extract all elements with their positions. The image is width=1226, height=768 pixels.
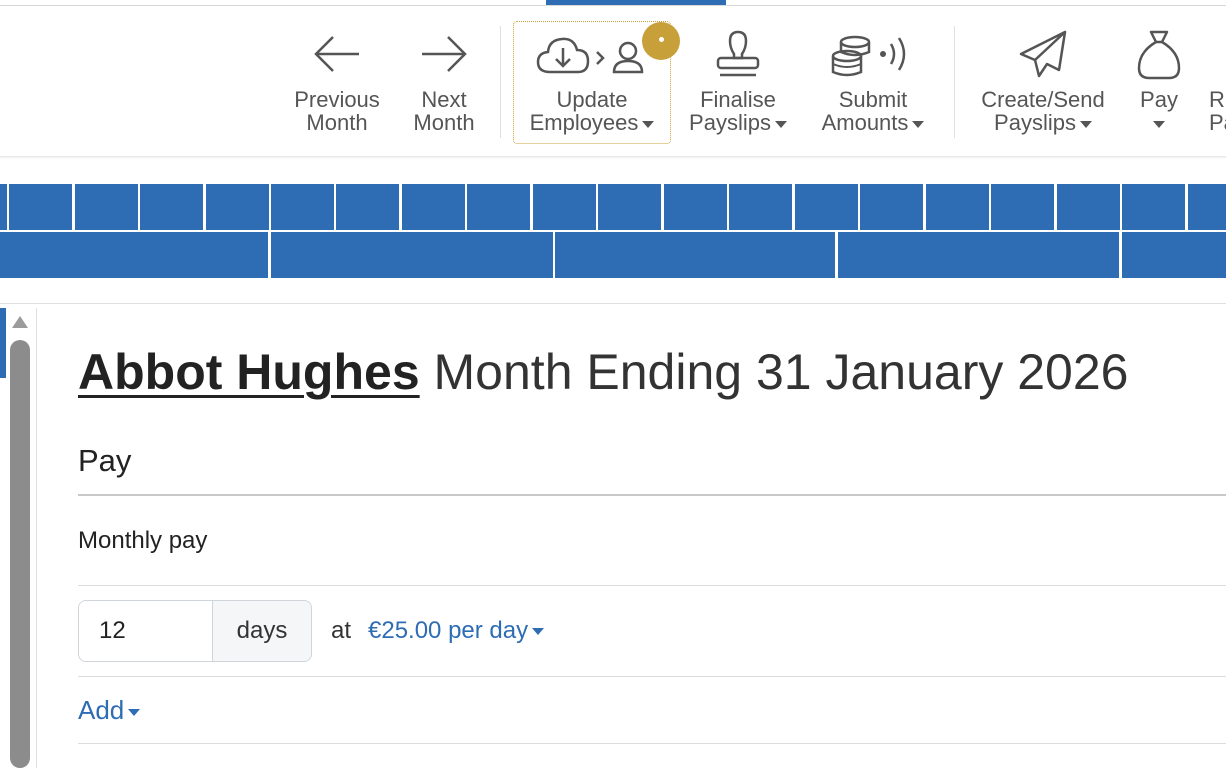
grid-week-cell[interactable] — [271, 232, 553, 278]
page-title: Abbot Hughes Month Ending 31 January 202… — [78, 340, 1128, 404]
grid-row-days — [0, 184, 1226, 230]
grid-cell[interactable] — [860, 184, 923, 230]
side-panel-border — [36, 308, 37, 768]
grid-cell[interactable] — [1122, 184, 1185, 230]
finalise-payslips-label-2: Payslips — [689, 110, 771, 135]
side-panel-active-indicator — [0, 308, 6, 378]
grid-cell[interactable] — [336, 184, 399, 230]
arrow-left-icon — [314, 36, 359, 72]
chevron-down-icon — [1153, 120, 1165, 128]
row-rule — [78, 585, 1226, 586]
grid-cell[interactable] — [1057, 184, 1120, 230]
chevron-down-icon — [912, 120, 925, 128]
at-label: at — [331, 617, 352, 644]
add-label: Add — [78, 695, 125, 725]
monthly-pay-label: Monthly pay — [78, 527, 208, 554]
next-month-label-1: Next — [421, 87, 467, 112]
grid-cell[interactable] — [926, 184, 989, 230]
truncated-label-2: Pa — [1209, 110, 1226, 135]
grid-cell[interactable] — [271, 184, 334, 230]
submit-amounts-label-2: Amounts — [821, 110, 909, 135]
grid-cell[interactable] — [991, 184, 1054, 230]
paper-plane-icon — [1019, 30, 1067, 78]
truncated-toolbar-button[interactable]: RPa — [1204, 24, 1226, 144]
previous-month-label-1: Previous — [294, 87, 380, 112]
submit-amounts-label-1: Submit — [838, 87, 908, 112]
create-send-payslips-button[interactable]: Create/Send Payslips — [972, 24, 1114, 144]
pay-button[interactable]: Pay — [1126, 24, 1192, 144]
grid-cell[interactable] — [0, 184, 7, 230]
grid-week-cell[interactable] — [1122, 232, 1226, 278]
coins-transmit-icon — [831, 35, 906, 77]
grid-cell[interactable] — [533, 184, 596, 230]
scroll-up-icon[interactable] — [12, 316, 28, 328]
submit-amounts-button[interactable]: Submit Amounts — [810, 24, 936, 144]
grid-cell[interactable] — [75, 184, 138, 230]
pay-label: Pay — [1140, 87, 1178, 112]
chevron-down-icon — [774, 120, 787, 128]
previous-month-label-2: Month — [306, 110, 368, 135]
days-unit-addon: days — [213, 601, 311, 661]
chevron-down-icon — [128, 708, 141, 716]
next-month-label-2: Month — [413, 110, 475, 135]
grid-week-cell[interactable] — [838, 232, 1119, 278]
notification-badge[interactable] — [642, 22, 680, 60]
chevron-down-icon — [642, 120, 655, 128]
grid-cell[interactable] — [402, 184, 465, 230]
arrow-right-icon — [422, 36, 467, 72]
finalise-payslips-label-1: Finalise — [700, 87, 776, 112]
grid-cell[interactable] — [9, 184, 72, 230]
period-grid — [0, 184, 1226, 278]
next-month-button[interactable]: Next Month — [400, 24, 488, 144]
update-employees-label-2: Employees — [529, 110, 639, 135]
badge-dot-icon — [659, 37, 664, 42]
toolbar-shadow — [0, 156, 1226, 159]
create-send-payslips-label-2: Payslips — [994, 110, 1076, 135]
section-divider — [0, 303, 1226, 304]
truncated-label-1: R — [1209, 87, 1225, 112]
toolbar-separator — [500, 26, 501, 138]
grid-cell[interactable] — [206, 184, 269, 230]
grid-cell[interactable] — [795, 184, 858, 230]
grid-week-cell[interactable] — [0, 232, 268, 278]
scrollbar[interactable] — [10, 340, 30, 768]
money-bag-icon — [1137, 30, 1181, 80]
section-rule — [78, 494, 1226, 496]
days-quantity-input[interactable]: 12 — [79, 601, 213, 661]
chevron-down-icon — [1079, 120, 1092, 128]
rate-dropdown[interactable]: €25.00 per day — [368, 617, 545, 645]
grid-cell[interactable] — [140, 184, 203, 230]
toolbar: Previous Month Next Month Update Employees … — [0, 6, 1226, 156]
toolbar-separator — [954, 26, 955, 138]
grid-cell[interactable] — [1188, 184, 1226, 230]
grid-cell[interactable] — [664, 184, 727, 230]
cloud-download-to-employee-icon — [536, 37, 644, 74]
previous-month-button[interactable]: Previous Month — [284, 24, 390, 144]
chevron-down-icon — [532, 628, 545, 636]
pay-section-title: Pay — [78, 443, 132, 478]
grid-week-cell[interactable] — [555, 232, 835, 278]
finalise-payslips-button[interactable]: Finalise Payslips — [682, 24, 794, 144]
row-rule — [78, 676, 1226, 677]
grid-cell[interactable] — [729, 184, 792, 230]
update-employees-label-1: Update — [556, 87, 628, 112]
days-input-group: 12 days — [78, 600, 312, 662]
stamp-icon — [716, 30, 760, 77]
grid-cell[interactable] — [467, 184, 530, 230]
create-send-payslips-label-1: Create/Send — [981, 87, 1105, 112]
add-dropdown[interactable]: Add — [78, 695, 141, 726]
rate-value: €25.00 per day — [368, 617, 529, 644]
row-rule — [78, 743, 1226, 744]
grid-cell[interactable] — [598, 184, 661, 230]
page-title-period: Month Ending 31 January 2026 — [419, 344, 1129, 400]
employee-name-link[interactable]: Abbot Hughes — [78, 344, 420, 400]
grid-row-weeks — [0, 232, 1226, 278]
